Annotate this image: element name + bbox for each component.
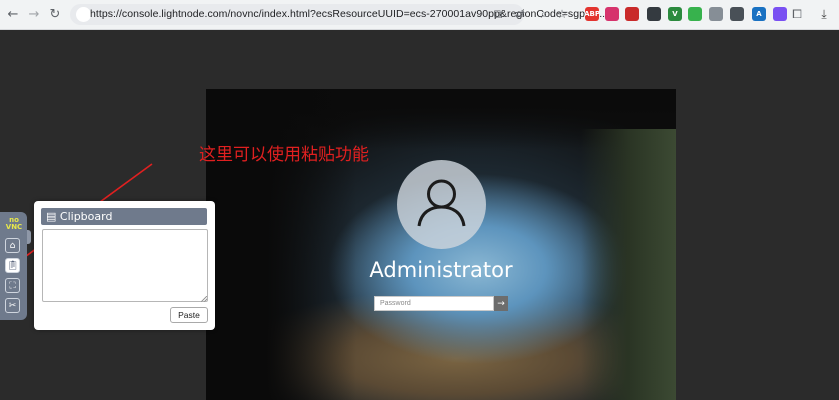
extension-doc-icon[interactable] (730, 7, 744, 21)
extension-gemini-icon[interactable] (773, 7, 787, 21)
clipboard-button[interactable]: 📋︎ (5, 258, 20, 273)
control-bar-handle[interactable] (27, 230, 31, 244)
textarea-resize-grip[interactable] (201, 296, 207, 302)
password-field[interactable]: Password (374, 296, 494, 311)
clipboard-panel-header: ▤ Clipboard (41, 208, 207, 225)
fullscreen-button[interactable]: ⛶ (5, 278, 20, 293)
bookmark-star-icon[interactable]: ☆ (554, 6, 570, 22)
translate-icon[interactable]: ⇄ (512, 6, 528, 22)
extension-red-icon[interactable] (625, 7, 639, 21)
disconnect-icon: ✂ (8, 300, 17, 311)
extension-palette-icon[interactable] (647, 7, 661, 21)
user-avatar (397, 160, 486, 249)
extensions-puzzle-icon[interactable]: ⧠ (789, 6, 805, 22)
site-info-icon[interactable] (76, 7, 91, 22)
forward-arrow-icon[interactable]: → (27, 7, 41, 22)
login-user-name: Administrator (369, 258, 513, 282)
novnc-control-bar: no VNC ⌂ 📋︎ ⛶ ✂ (0, 212, 27, 320)
reload-icon[interactable]: ↻ (48, 7, 62, 22)
clipboard-title: Clipboard (59, 210, 113, 223)
zoom-icon[interactable]: ⌕ (536, 6, 552, 22)
extension-pink-icon[interactable] (605, 7, 619, 21)
fullscreen-icon: ⛶ (9, 280, 16, 291)
browser-toolbar: ← → ↻ https://console.lightnode.com/novn… (0, 0, 839, 30)
annotation-text: 这里可以使用粘贴功能 (199, 145, 369, 165)
extension-a-icon[interactable]: A (752, 7, 766, 21)
user-silhouette-icon (417, 179, 466, 227)
clipboard-panel: ▤ Clipboard Paste (34, 201, 215, 330)
novnc-logo: no VNC (5, 216, 23, 231)
clipboard-textarea[interactable] (42, 229, 208, 302)
clipboard-header-icon: ▤ (46, 210, 57, 223)
keyboard-icon: ⌂ (9, 240, 16, 251)
extension-camera-icon[interactable] (709, 7, 723, 21)
disconnect-button[interactable]: ✂ (5, 298, 20, 313)
clipboard-icon: 📋︎ (6, 260, 19, 271)
extension-green-icon[interactable] (688, 7, 702, 21)
remote-desktop-screen[interactable]: Administrator Password → (206, 89, 676, 400)
abp-extension-icon[interactable]: ABP (584, 7, 600, 21)
back-arrow-icon[interactable]: ← (6, 7, 20, 22)
cave-left-shadow (206, 89, 356, 400)
extra-keys-button[interactable]: ⌂ (5, 238, 20, 253)
extension-v-icon[interactable]: V (668, 7, 682, 21)
submit-arrow-icon[interactable]: → (494, 296, 508, 311)
downloads-icon[interactable]: ⤓ (816, 6, 832, 22)
paste-button[interactable]: Paste (170, 307, 208, 323)
install-app-icon[interactable]: ⧉ (490, 6, 506, 22)
address-bar[interactable]: https://console.lightnode.com/novnc/inde… (70, 4, 605, 25)
